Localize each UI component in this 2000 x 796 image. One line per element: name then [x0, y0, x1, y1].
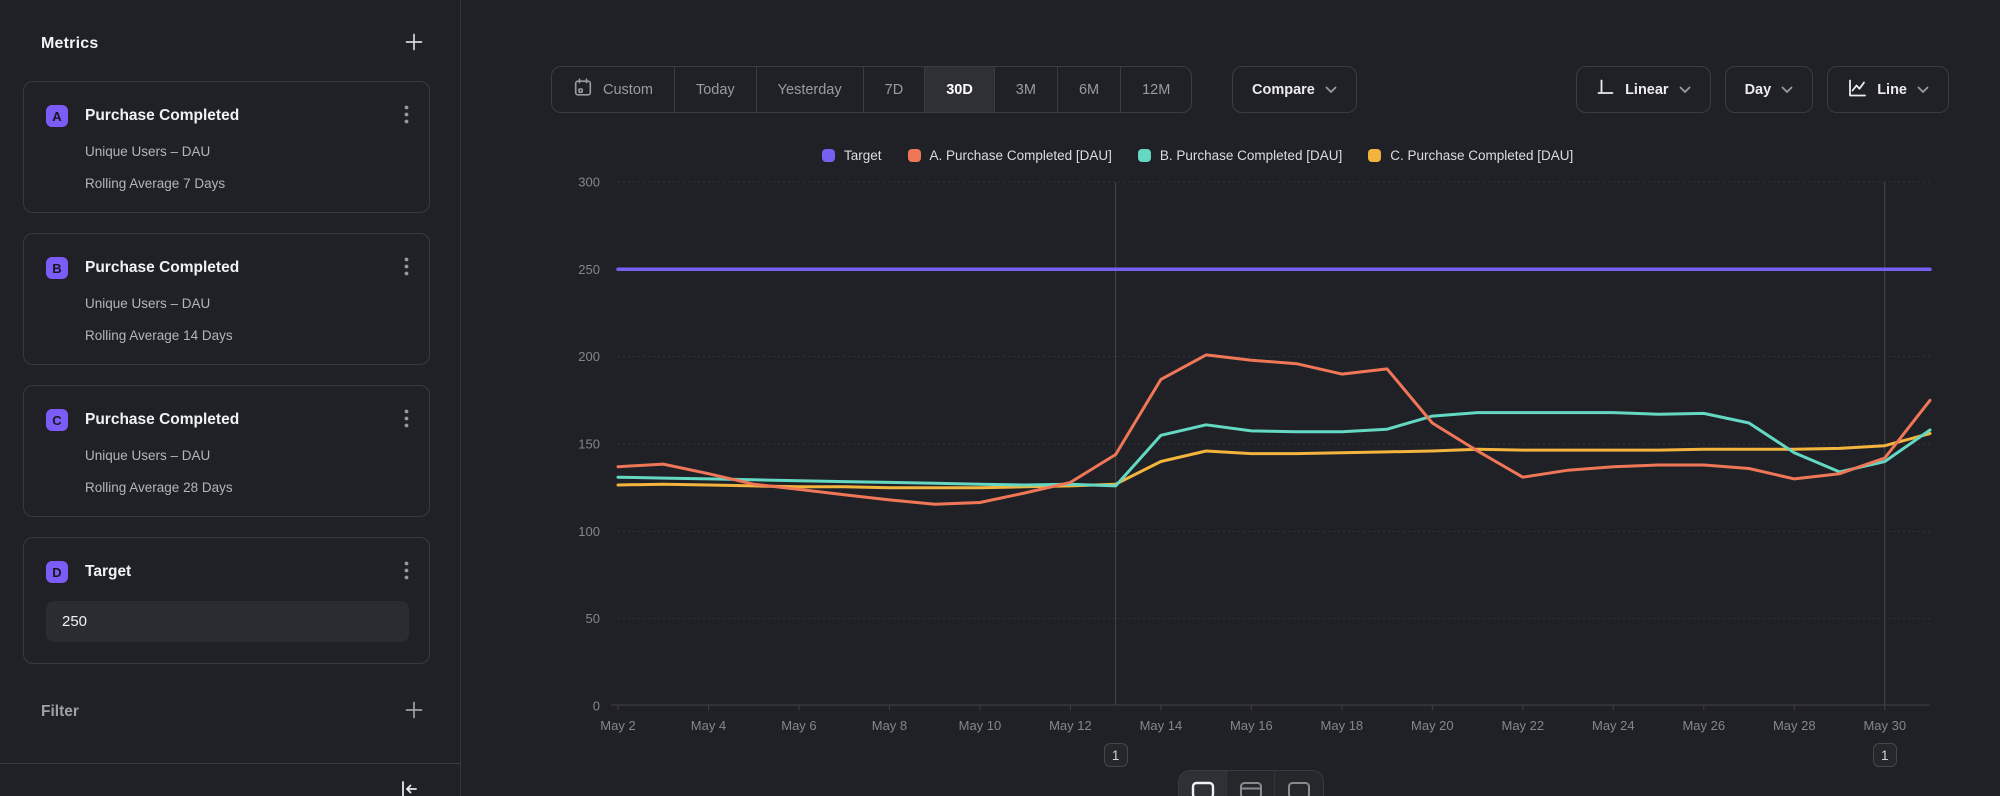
metric-card-list: A Purchase Completed Unique Users – DAU Rol…: [0, 81, 460, 664]
x-axis-label: May 8: [872, 718, 907, 733]
metric-title: Purchase Completed: [85, 259, 404, 277]
view-toggle: [1178, 770, 1324, 796]
view-toggle-chart-button[interactable]: [1179, 771, 1227, 796]
add-filter-button[interactable]: [404, 700, 424, 723]
metric-card[interactable]: D Target 250: [23, 537, 430, 664]
sidebar-divider: [0, 763, 460, 764]
target-value-input[interactable]: 250: [46, 601, 409, 642]
x-axis-label: May 16: [1230, 718, 1273, 733]
y-axis-label: 150: [578, 437, 600, 452]
add-metric-button[interactable]: [404, 32, 424, 55]
x-axis-label: May 20: [1411, 718, 1454, 733]
metric-title: Target: [85, 563, 404, 581]
metric-subtitle-rolling: Rolling Average 14 Days: [85, 328, 409, 343]
metric-subtitle-rolling: Rolling Average 7 Days: [85, 176, 409, 191]
x-axis-label: May 10: [959, 718, 1002, 733]
kebab-menu-icon: [404, 561, 409, 583]
annotation-badge[interactable]: 1: [1873, 743, 1897, 767]
x-axis-label: May 4: [691, 718, 726, 733]
x-axis-label: May 2: [600, 718, 635, 733]
y-axis-label: 300: [578, 175, 600, 190]
x-axis-label: May 24: [1592, 718, 1635, 733]
split-view-icon: [1238, 779, 1264, 796]
x-axis-label: May 12: [1049, 718, 1092, 733]
metric-options-button[interactable]: [404, 409, 409, 431]
view-toggle-table-button[interactable]: [1275, 771, 1323, 796]
x-axis-label: May 14: [1140, 718, 1183, 733]
x-axis-label: May 18: [1321, 718, 1364, 733]
line-chart[interactable]: 0 50 100 150 200 250 300 May 2 May 4 May 6 May 8 Ma…: [461, 0, 2000, 796]
annotation-badge[interactable]: 1: [1104, 743, 1128, 767]
table-view-icon: [1286, 779, 1312, 796]
metric-card[interactable]: C Purchase Completed Unique Users – DAU Rol…: [23, 385, 430, 517]
chart-view-icon: [1190, 779, 1216, 796]
metric-subtitle-measure: Unique Users – DAU: [85, 296, 409, 311]
collapse-sidebar-button[interactable]: [398, 778, 420, 796]
metric-subtitle-measure: Unique Users – DAU: [85, 144, 409, 159]
chart-panel: CustomTodayYesterday7D30D3M6M12M Compare…: [461, 0, 2000, 796]
x-axis-label: May 30: [1863, 718, 1906, 733]
y-axis-label: 250: [578, 262, 600, 277]
metric-card[interactable]: A Purchase Completed Unique Users – DAU Rol…: [23, 81, 430, 213]
x-axis-label: May 26: [1682, 718, 1725, 733]
metric-subtitle-measure: Unique Users – DAU: [85, 448, 409, 463]
filter-section-title: Filter: [41, 703, 79, 721]
metric-letter-badge: D: [46, 561, 68, 583]
view-toggle-split-button[interactable]: [1227, 771, 1275, 796]
sidebar-title: Metrics: [41, 35, 98, 53]
metric-subtitle-rolling: Rolling Average 28 Days: [85, 480, 409, 495]
metrics-sidebar: Metrics A Purchase Completed Unique Users …: [0, 0, 461, 796]
metric-letter-badge: A: [46, 105, 68, 127]
kebab-menu-icon: [404, 257, 409, 279]
metric-letter-badge: B: [46, 257, 68, 279]
plus-icon: [404, 32, 424, 55]
metric-title: Purchase Completed: [85, 107, 404, 125]
plus-icon: [404, 700, 424, 723]
metric-options-button[interactable]: [404, 105, 409, 127]
kebab-menu-icon: [404, 409, 409, 431]
x-axis-label: May 6: [781, 718, 816, 733]
metric-card[interactable]: B Purchase Completed Unique Users – DAU Rol…: [23, 233, 430, 365]
x-axis-label: May 28: [1773, 718, 1816, 733]
y-axis-label: 100: [578, 524, 600, 539]
y-axis-label: 0: [593, 699, 600, 714]
kebab-menu-icon: [404, 105, 409, 127]
metric-options-button[interactable]: [404, 257, 409, 279]
collapse-sidebar-icon: [398, 778, 420, 796]
y-axis-label: 200: [578, 349, 600, 364]
metric-title: Purchase Completed: [85, 411, 404, 429]
metric-options-button[interactable]: [404, 561, 409, 583]
metric-letter-badge: C: [46, 409, 68, 431]
analytics-app: { "sidebar": { "title": "Metrics", "add_…: [0, 0, 2000, 796]
y-axis-label: 50: [586, 611, 600, 626]
x-axis-label: May 22: [1502, 718, 1545, 733]
